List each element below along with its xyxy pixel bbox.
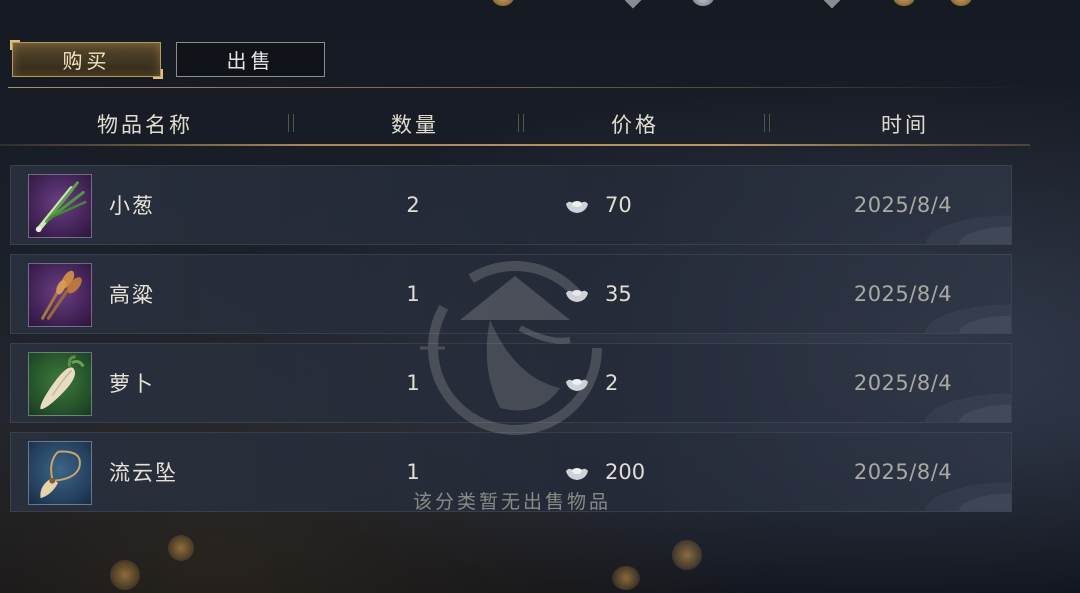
tab-buy[interactable]: 购买: [10, 40, 163, 79]
table-row[interactable]: 高粱 1 35 2025/8/4: [10, 254, 1012, 334]
item-quantity: 1: [406, 371, 420, 395]
item-name: 小葱: [109, 194, 155, 218]
gold-coin-icon: [893, 0, 915, 6]
tab-sell[interactable]: 出售: [176, 42, 325, 77]
item-name: 高粱: [109, 283, 155, 307]
item-time: 2025/8/4: [853, 371, 953, 395]
item-time: 2025/8/4: [853, 282, 953, 306]
item-price-value: 35: [605, 282, 632, 306]
lantern-glow: [168, 535, 194, 561]
item-price: 2: [565, 344, 618, 422]
silver-ingot-icon: [566, 290, 588, 302]
coin-icon: [492, 0, 514, 6]
column-header-quantity: 数量: [391, 113, 439, 137]
lantern-glow: [110, 560, 140, 590]
item-price-value: 2: [605, 371, 619, 395]
gem-icon: [823, 0, 841, 9]
item-price: 70: [565, 166, 632, 244]
scallion-icon: [28, 174, 92, 238]
column-header-price: 价格: [611, 113, 659, 137]
lantern-glow: [672, 540, 702, 570]
table-header: 物品名称 数量 价格 时间: [0, 104, 1080, 144]
silver-coin-icon: [692, 0, 714, 6]
top-currency-strip: [0, 0, 1080, 10]
item-name: 萝卜: [109, 372, 155, 396]
lantern-glow: [612, 566, 640, 590]
radish-icon: [28, 352, 92, 416]
sorghum-icon: [28, 263, 92, 327]
table-row[interactable]: 小葱 2 70 2025/8/4: [10, 165, 1012, 245]
gem-icon: [624, 0, 642, 9]
table-row[interactable]: 萝卜 1 2 2025/8/4: [10, 343, 1012, 423]
silver-ingot-icon: [566, 468, 588, 480]
empty-state-message: 该分类暂无出售物品: [412, 491, 611, 513]
item-price-value: 70: [605, 193, 632, 217]
tab-sell-label: 出售: [226, 49, 275, 73]
tab-buy-label: 购买: [62, 49, 111, 73]
item-price: 35: [565, 255, 632, 333]
item-quantity: 2: [406, 193, 420, 217]
tab-divider: [8, 87, 1028, 88]
column-header-name: 物品名称: [97, 113, 193, 137]
column-separator: [518, 114, 524, 132]
column-separator: [764, 114, 770, 132]
silver-ingot-icon: [566, 201, 588, 213]
item-time: 2025/8/4: [853, 193, 953, 217]
item-quantity: 1: [406, 282, 420, 306]
silver-ingot-icon: [566, 379, 588, 391]
column-separator: [288, 114, 294, 132]
column-header-time: 时间: [881, 113, 929, 137]
item-price-value: 200: [605, 460, 646, 484]
header-divider: [0, 144, 1030, 146]
gold-coin-icon: [950, 0, 972, 6]
